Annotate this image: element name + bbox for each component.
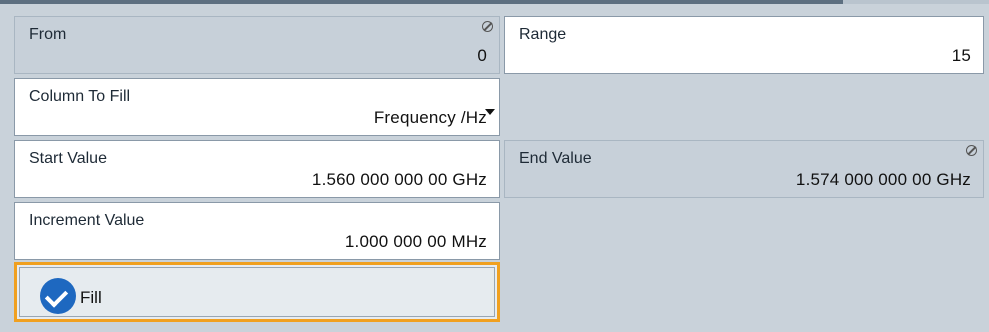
top-border	[0, 0, 989, 4]
fill-button-label: Fill	[80, 288, 102, 307]
from-value: 0	[477, 46, 487, 65]
end-value-label: End Value	[519, 150, 592, 167]
range-value[interactable]: 15	[952, 46, 971, 66]
column-to-fill-value[interactable]: Frequency /Hz	[374, 108, 487, 128]
from-label: From	[29, 26, 67, 43]
fill-button-face[interactable]: Fill	[19, 267, 495, 317]
start-value-input[interactable]: 1.560 000 000 00 GHz	[312, 170, 487, 190]
end-value-value: 1.574 000 000 00 GHz	[795, 170, 971, 189]
column-to-fill-label: Column To Fill	[29, 88, 131, 105]
increment-value-field[interactable]: Increment Value 1.000 000 00 MHz	[14, 202, 500, 260]
from-field: From 0	[14, 16, 500, 74]
lock-icon	[966, 145, 977, 156]
start-value-field[interactable]: Start Value 1.560 000 000 00 GHz	[14, 140, 500, 198]
increment-value-label: Increment Value	[29, 212, 145, 229]
range-label: Range	[519, 26, 567, 43]
checkmark-icon	[40, 278, 76, 314]
range-field[interactable]: Range 15	[504, 16, 984, 74]
end-value-field: End Value 1.574 000 000 00 GHz	[504, 140, 984, 198]
fill-button[interactable]: Fill	[14, 262, 500, 322]
lock-icon	[482, 21, 493, 32]
increment-value-input[interactable]: 1.000 000 00 MHz	[345, 232, 487, 252]
start-value-label: Start Value	[29, 150, 107, 167]
column-to-fill-dropdown[interactable]: Column To Fill Frequency /Hz	[14, 78, 500, 136]
